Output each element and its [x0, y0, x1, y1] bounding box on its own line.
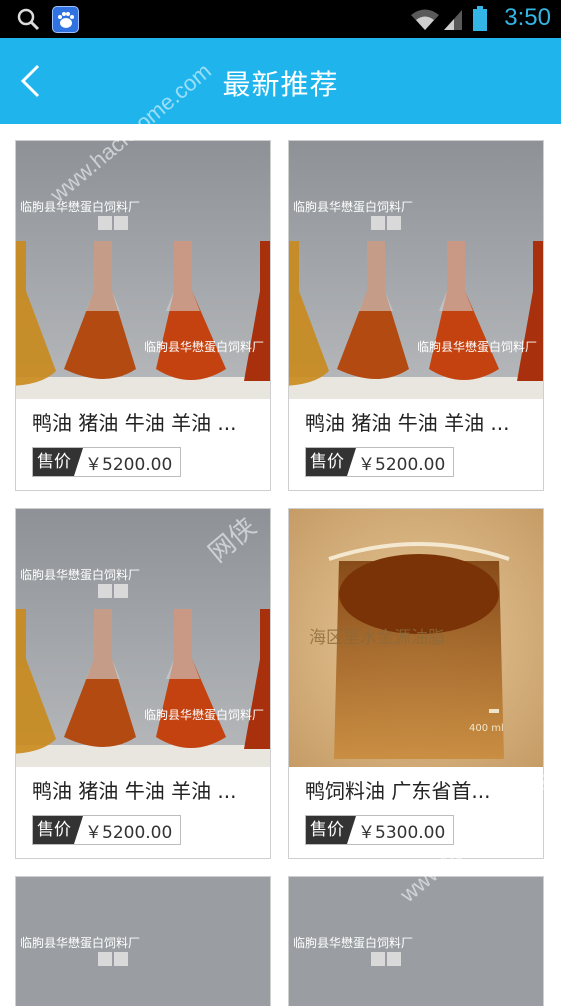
product-image: 400 ml 海区里水金源油脂 — [289, 509, 543, 767]
product-card[interactable]: 400 ml 海区里水金源油脂 鸭饲料油 广东省首... 售价 ￥5300.00 — [288, 508, 544, 859]
product-image: 临朐县华懋蛋白饲料厂 临朐县华懋蛋白饲料厂 — [289, 141, 543, 399]
price-box: 售价 ￥5200.00 — [32, 447, 182, 477]
price-value: ￥5200.00 — [85, 822, 173, 843]
product-name[interactable]: 鸭油 猪油 牛油 羊油 ... — [305, 407, 530, 436]
price-label: 售价 — [306, 816, 356, 844]
product-name[interactable]: 鸭油 猪油 牛油 羊油 ... — [32, 407, 257, 436]
baidu-icon — [52, 6, 79, 33]
clock: 3:50 — [504, 4, 551, 31]
price-box: 售价 ￥5200.00 — [32, 815, 182, 845]
product-image: 临朐县华懋蛋白饲料厂 临朐县华懋蛋白饲料厂 — [16, 141, 270, 399]
product-card[interactable]: 临朐县华懋蛋白饲料厂 临朐县华懋蛋白饲料厂 鸭油 猪油 牛油 羊油 ... 售价… — [15, 508, 271, 859]
price-label: 售价 — [33, 816, 83, 844]
product-card[interactable]: 临朐县华懋蛋白饲料厂 临朐县华懋蛋白饲料厂 鸭油 猪油 牛油 羊油 ... 售价… — [288, 140, 544, 491]
image-caption: 临朐县华懋蛋白饲料厂 — [20, 567, 140, 582]
price-box: 售价 ￥5300.00 — [305, 815, 455, 845]
product-name[interactable]: 鸭饲料油 广东省首... — [305, 775, 530, 804]
image-caption-2: 临朐县华懋蛋白饲料厂 — [144, 339, 264, 354]
image-caption-2: 临朐县华懋蛋白饲料厂 — [144, 707, 264, 722]
product-card[interactable]: 临朐县华懋蛋白饲料厂 临朐县华懋蛋白饲料厂 鸭油 猪油 牛油 羊油 ... 售价… — [15, 140, 271, 491]
price-label: 售价 — [306, 448, 356, 476]
page-title: 最新推荐 — [222, 68, 339, 101]
status-bar: 3:50 — [0, 0, 561, 38]
price-value: ￥5200.00 — [358, 454, 446, 475]
battery-icon — [473, 6, 487, 31]
product-image: 临朐县华懋蛋白饲料厂 临朐县华懋蛋白饲料厂 — [16, 509, 270, 767]
price-box: 售价 ￥5200.00 — [305, 447, 455, 477]
price-label: 售价 — [33, 448, 83, 476]
image-caption: 临朐县华懋蛋白饲料厂 — [293, 935, 413, 950]
image-caption-2: 临朐县华懋蛋白饲料厂 — [417, 339, 537, 354]
image-caption: 临朐县华懋蛋白饲料厂 — [20, 199, 140, 214]
app-bar: 最新推荐 — [0, 38, 561, 124]
wifi-icon — [411, 9, 439, 30]
image-caption: 海区里水金源油脂 — [309, 628, 445, 648]
price-value: ￥5200.00 — [85, 454, 173, 475]
search-icon — [17, 8, 40, 31]
product-card[interactable]: 临朐县华懋蛋白饲料厂 — [288, 876, 544, 1006]
image-caption: 临朐县华懋蛋白饲料厂 — [20, 935, 140, 950]
product-card[interactable]: 临朐县华懋蛋白饲料厂 — [15, 876, 271, 1006]
image-caption: 临朐县华懋蛋白饲料厂 — [293, 199, 413, 214]
price-value: ￥5300.00 — [358, 822, 446, 843]
signal-icon — [444, 10, 462, 30]
product-name[interactable]: 鸭油 猪油 牛油 羊油 ... — [32, 775, 257, 804]
product-image: 临朐县华懋蛋白饲料厂 — [289, 877, 543, 1006]
product-image: 临朐县华懋蛋白饲料厂 — [16, 877, 270, 1006]
svg-text:400 ml: 400 ml — [469, 723, 504, 734]
